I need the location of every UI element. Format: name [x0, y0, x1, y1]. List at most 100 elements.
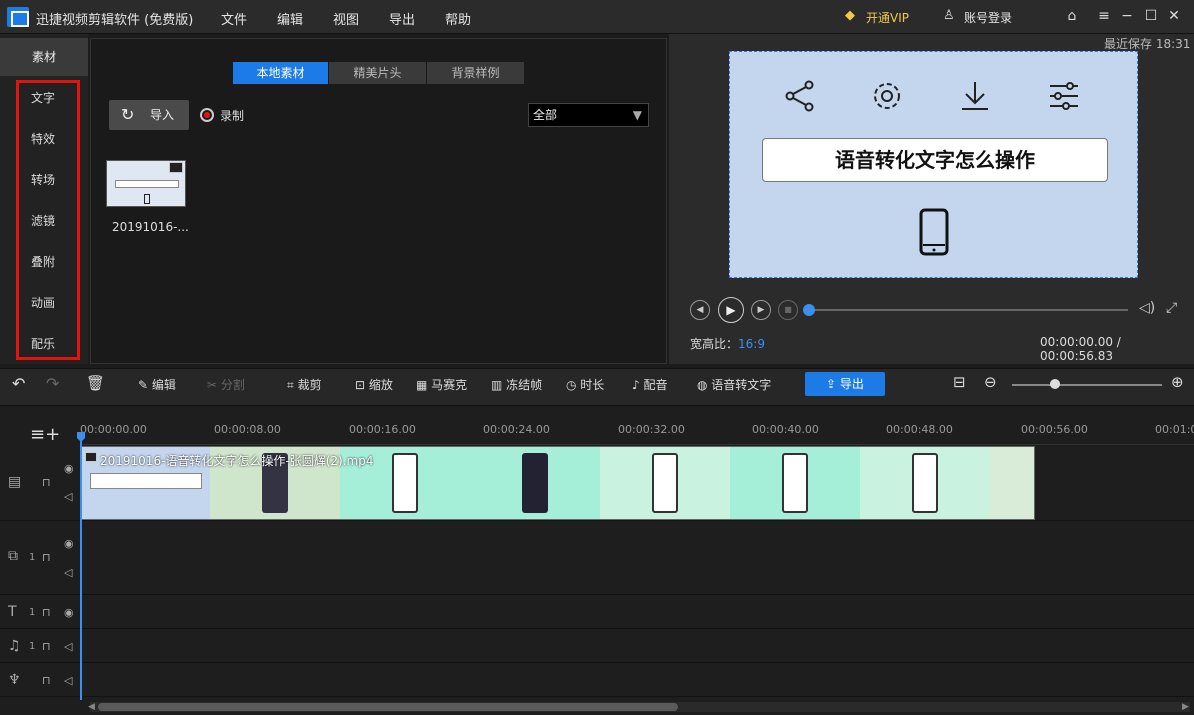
close-icon[interactable]: ✕ [1165, 8, 1183, 24]
minimize-icon[interactable]: − [1118, 8, 1136, 24]
clip-frame-textbox [90, 473, 202, 489]
microphone-icon: ♆ [8, 672, 21, 688]
media-thumbnail[interactable] [106, 160, 186, 207]
fit-timeline-icon[interactable]: ⊟ [953, 373, 966, 391]
microphone-icon: ♪ [632, 378, 644, 392]
freeze-frame-icon: ▥ [491, 378, 507, 392]
clip-phone-frame [392, 453, 418, 513]
eye-icon[interactable]: ◉ [64, 537, 74, 550]
speaker-icon[interactable]: ◁ [64, 566, 72, 579]
sidebar-item-effects[interactable]: 特效 [19, 130, 67, 147]
fullscreen-icon[interactable]: ⤢ [1166, 300, 1177, 316]
eye-icon[interactable]: ◉ [64, 606, 74, 619]
tab-intros[interactable]: 精美片头 [329, 62, 426, 84]
zoom-label: 缩放 [368, 378, 393, 392]
next-frame-icon[interactable]: ▶ [751, 300, 771, 320]
volume-icon[interactable]: ◁) [1139, 300, 1155, 316]
add-track-icon[interactable]: ≡+ [30, 424, 60, 445]
lock-icon[interactable]: ⊓ [42, 674, 51, 687]
duration-button[interactable]: ◷ 时长 [566, 376, 604, 393]
video-badge-icon [169, 162, 183, 173]
menu-file[interactable]: 文件 [221, 9, 247, 28]
playback-progress-track[interactable] [808, 309, 1128, 311]
import-icon: ↻ [121, 105, 135, 124]
filter-value: 全部 [533, 108, 558, 122]
menu-view[interactable]: 视图 [333, 9, 359, 28]
account-login-link[interactable]: 账号登录 [964, 9, 1012, 26]
zoom-out-icon[interactable]: ⊖ [984, 373, 997, 391]
menu-edit[interactable]: 编辑 [277, 9, 303, 28]
sidebar-item-overlay[interactable]: 叠附 [19, 253, 67, 270]
overlay-track-icon: ⧉ [8, 548, 18, 564]
sliders-icon [1050, 82, 1078, 110]
zoom-in-icon[interactable]: ⊕ [1171, 373, 1184, 391]
media-filter-select[interactable]: 全部 ▼ [528, 103, 649, 127]
playback-progress-knob[interactable] [803, 304, 815, 316]
speaker-icon[interactable]: ◁ [64, 640, 72, 653]
timeline-zoom-knob[interactable] [1050, 379, 1060, 389]
user-icon: ♙ [943, 8, 955, 23]
speech-to-text-button[interactable]: ◍ 语音转文字 [697, 376, 771, 393]
clock-icon: ◷ [566, 378, 581, 392]
stop-icon[interactable]: ■ [778, 300, 798, 320]
app-logo-icon [7, 7, 29, 27]
export-button[interactable]: ⇪ 导出 [805, 372, 885, 396]
sidebar-item-text[interactable]: 文字 [19, 89, 67, 106]
tab-local-media[interactable]: 本地素材 [233, 62, 328, 84]
menu-export[interactable]: 导出 [389, 9, 415, 28]
edit-button[interactable]: ✎ 编辑 [138, 376, 176, 393]
vip-diamond-icon: ◆ [845, 8, 855, 23]
dub-button[interactable]: ♪ 配音 [632, 376, 668, 393]
redo-icon[interactable]: ↷ [46, 374, 59, 393]
sidebar-item-animation[interactable]: 动画 [19, 294, 67, 311]
sidebar-item-filters[interactable]: 滤镜 [19, 212, 67, 229]
import-button[interactable]: ↻ 导入 [109, 100, 189, 130]
split-button[interactable]: ✂ 分割 [207, 376, 245, 393]
playhead[interactable] [80, 432, 82, 700]
maximize-icon[interactable]: ☐ [1142, 8, 1160, 24]
tick-label: 00:00:40.00 [752, 423, 819, 436]
vip-link[interactable]: 开通VIP [866, 9, 909, 26]
record-button[interactable]: 录制 [200, 106, 244, 124]
lock-icon[interactable]: ⊓ [42, 476, 51, 489]
speaker-icon[interactable]: ◁ [64, 674, 72, 687]
tick-label: 00:01:04 [1155, 423, 1194, 436]
menu-hamburger-icon[interactable]: ≡ [1095, 8, 1113, 24]
lock-icon[interactable]: ⊓ [42, 551, 51, 564]
film-icon: ▤ [8, 474, 22, 490]
sidebar-item-transitions[interactable]: 转场 [19, 171, 67, 188]
speaker-icon[interactable]: ◁ [64, 490, 72, 503]
menu-help[interactable]: 帮助 [445, 9, 471, 28]
scroll-right-icon[interactable]: ▶ [1182, 702, 1189, 712]
last-saved-info: 最近保存 18:31 [1104, 37, 1191, 51]
tab-backgrounds[interactable]: 背景样例 [427, 62, 524, 84]
delete-icon[interactable]: 🗑 [86, 374, 105, 392]
phone-icon [919, 208, 949, 256]
zoom-button[interactable]: ⊡ 缩放 [355, 376, 393, 393]
tab-material[interactable]: 素材 [0, 38, 88, 76]
lock-icon[interactable]: ⊓ [42, 606, 51, 619]
tick-label: 00:00:24.00 [483, 423, 550, 436]
play-icon[interactable]: ▶ [718, 297, 744, 323]
lock-icon[interactable]: ⊓ [42, 640, 51, 653]
timeline-scroll-thumb[interactable] [98, 703, 678, 711]
crop-button[interactable]: ⌗ 裁剪 [287, 376, 322, 393]
freeze-frame-button[interactable]: ▥ 冻结帧 [491, 376, 542, 393]
prev-frame-icon[interactable]: ◀ [690, 300, 710, 320]
clip-phone-frame [782, 453, 808, 513]
timeline-zoom-slider[interactable] [1012, 384, 1162, 386]
home-icon[interactable]: ⌂ [1063, 8, 1081, 24]
export-label: 导出 [839, 377, 864, 391]
preview-text-box[interactable]: 语音转化文字怎么操作 [762, 138, 1108, 182]
sidebar-item-music[interactable]: 配乐 [19, 335, 67, 352]
undo-icon[interactable]: ↶ [12, 374, 25, 393]
tick-label: 00:00:00.00 [80, 423, 147, 436]
timecode: 00:00:00.00 / 00:00:56.83 [1040, 335, 1121, 363]
scroll-left-icon[interactable]: ◀ [88, 702, 95, 712]
crop-icon: ⌗ [287, 378, 298, 392]
eye-icon[interactable]: ◉ [64, 462, 74, 475]
scissors-icon: ✂ [207, 378, 221, 392]
clip-frame [990, 447, 1034, 519]
aspect-ratio[interactable]: 宽高比：16:9 [690, 335, 765, 352]
mosaic-button[interactable]: ▦ 马赛克 [416, 376, 467, 393]
